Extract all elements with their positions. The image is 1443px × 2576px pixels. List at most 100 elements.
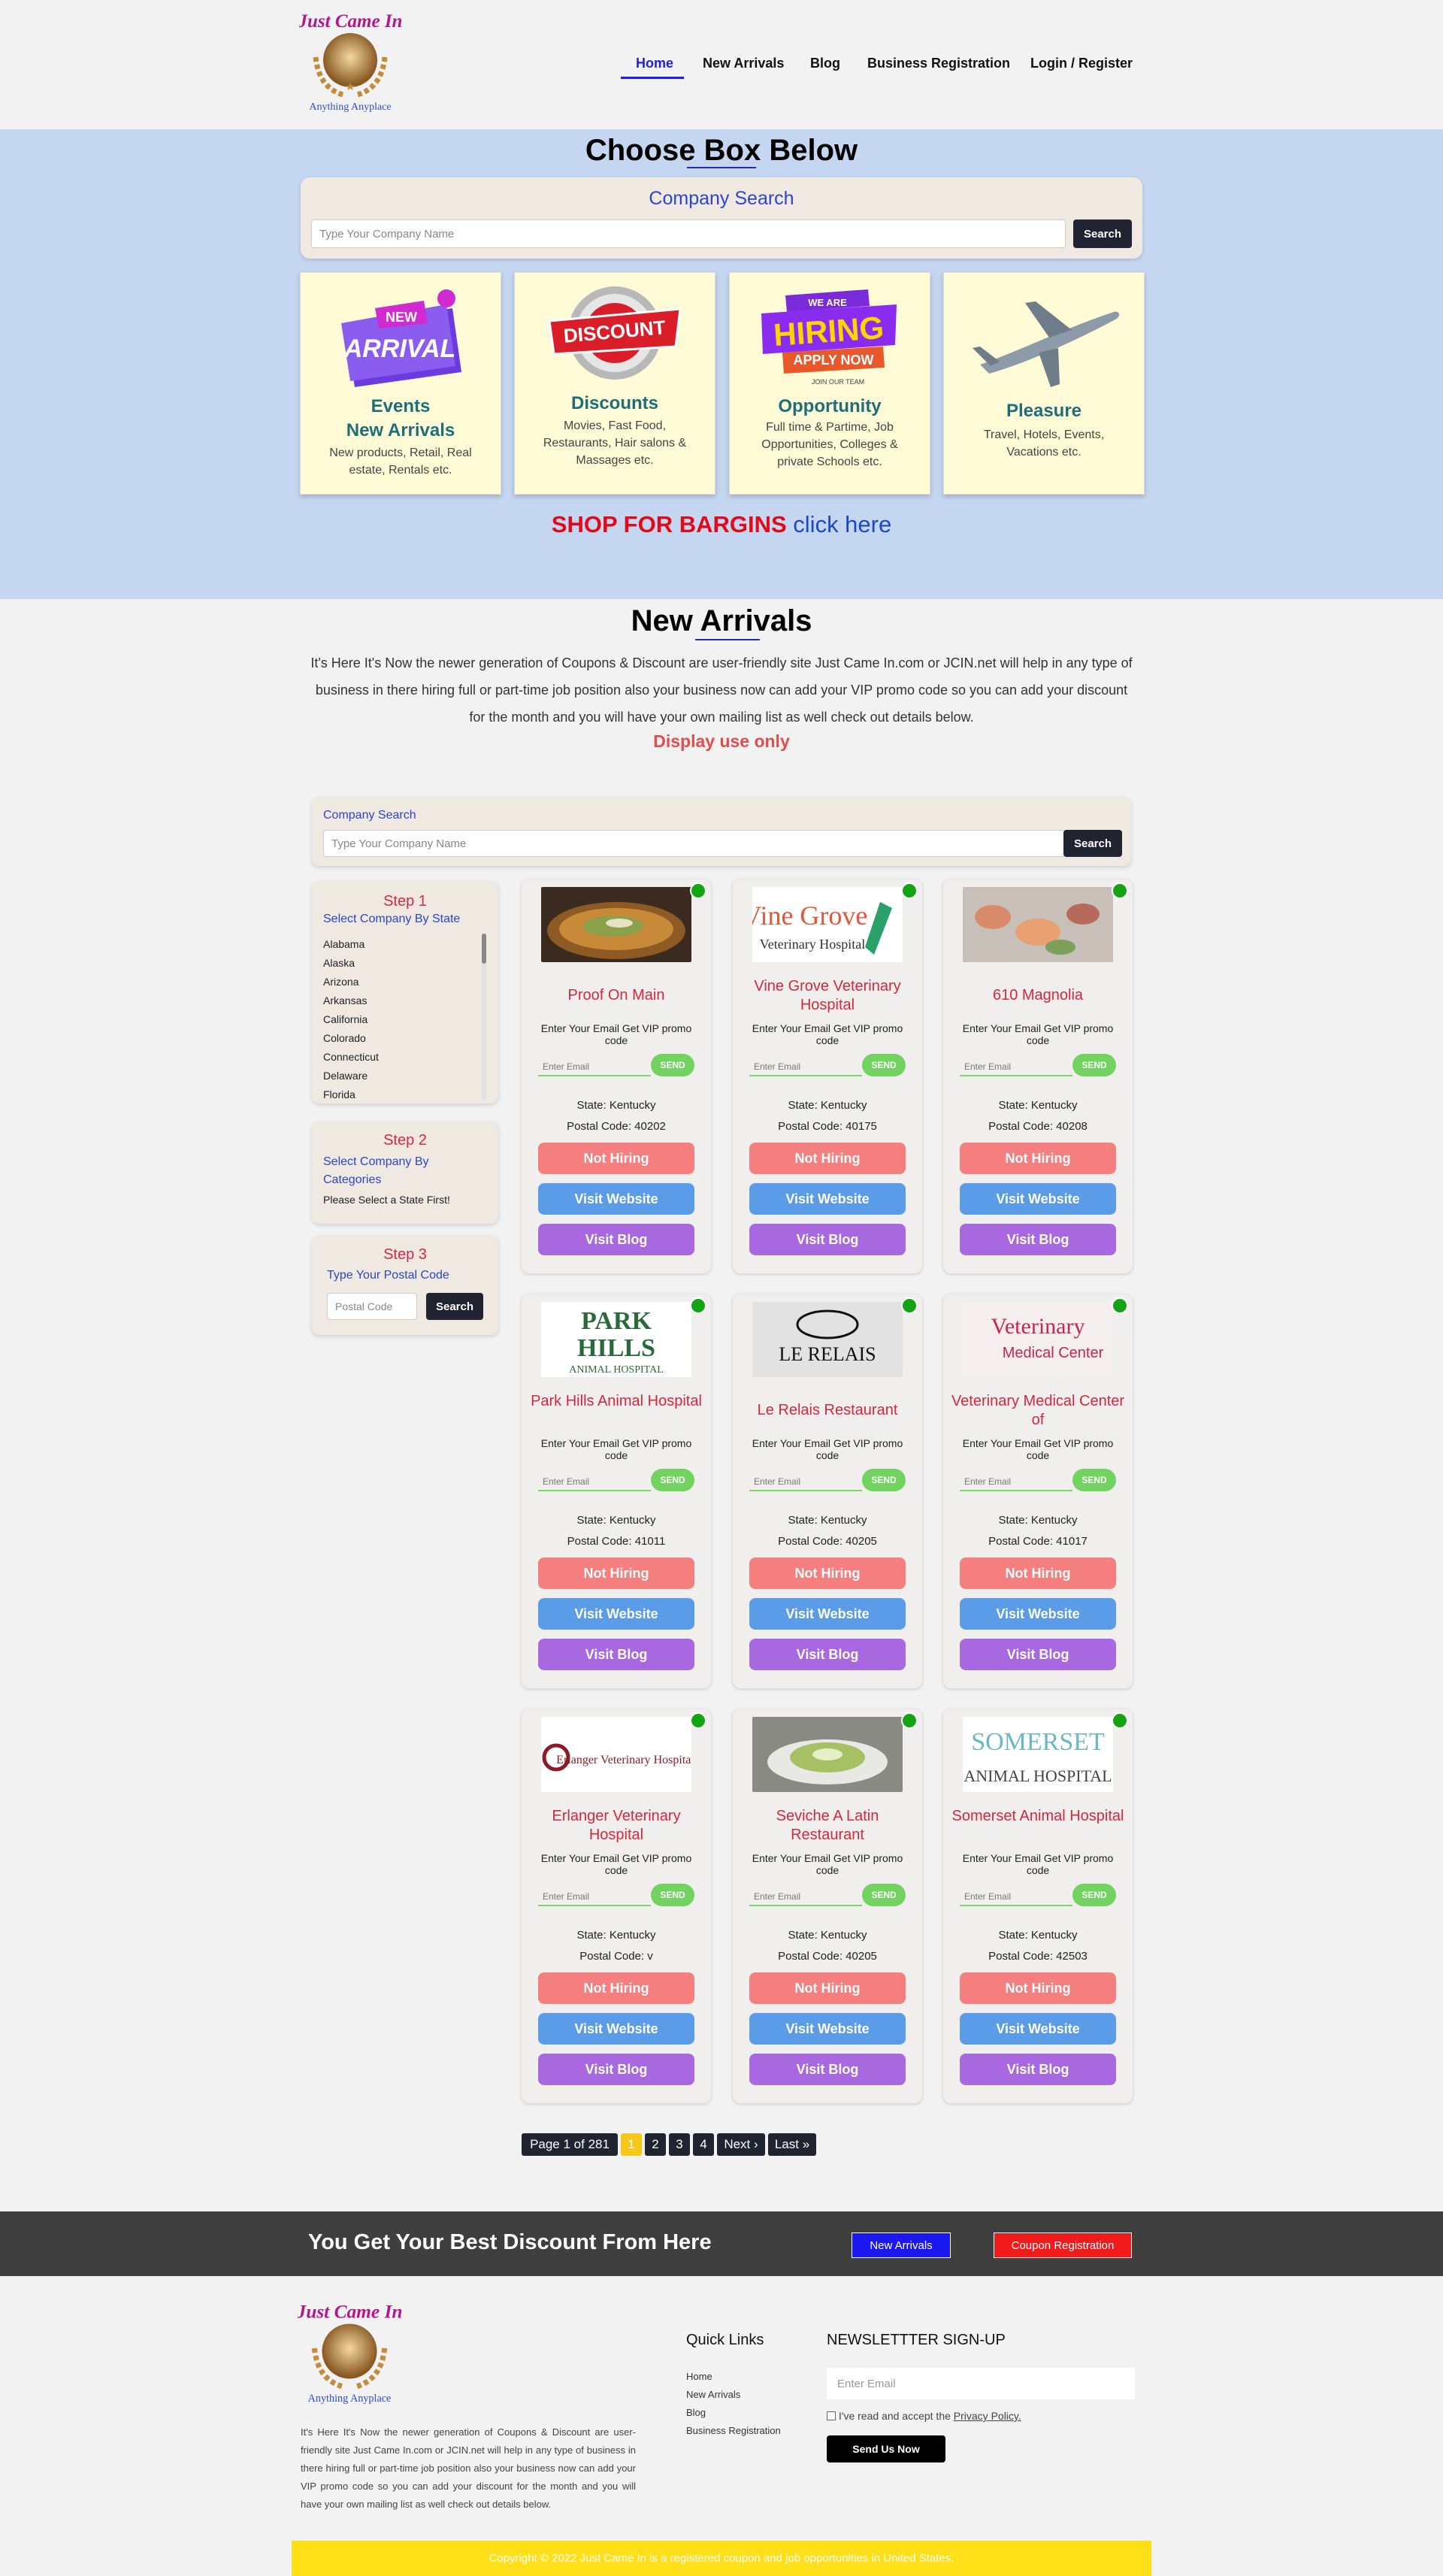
postal-code-input[interactable]: Postal Code (327, 1293, 417, 1320)
email-input[interactable]: Enter Email (538, 1061, 651, 1076)
pagination-page-2[interactable]: 2 (645, 2133, 666, 2156)
company-name[interactable]: Proof On Main (529, 986, 703, 1005)
state-option[interactable]: Colorado (323, 1032, 366, 1044)
banner-coupon-registration-button[interactable]: Coupon Registration (994, 2232, 1132, 2258)
state-option[interactable]: Connecticut (323, 1051, 379, 1063)
state-option[interactable]: Alaska (323, 957, 355, 969)
company-image[interactable] (752, 1717, 903, 1792)
visit-blog-button[interactable]: Visit Blog (960, 2054, 1116, 2085)
site-logo[interactable]: Just Came In Anything Anyplace (299, 5, 401, 114)
visit-blog-button[interactable]: Visit Blog (538, 1639, 694, 1670)
company-search-button[interactable]: Search (1063, 830, 1122, 857)
company-name[interactable]: Vine Grove Veterinary Hospital (740, 977, 915, 1015)
visit-website-button[interactable]: Visit Website (538, 2013, 694, 2045)
email-input[interactable]: Enter Email (960, 1891, 1072, 1906)
nav-login-register[interactable]: Login / Register (1030, 56, 1133, 71)
visit-website-button[interactable]: Visit Website (749, 1598, 906, 1630)
send-button[interactable]: SEND (1072, 1884, 1116, 1906)
footer-link-business-registration[interactable]: Business Registration (686, 2425, 781, 2436)
company-image[interactable]: Vine Grove Veterinary Hospital (752, 887, 903, 962)
not-hiring-button[interactable]: Not Hiring (538, 1972, 694, 2004)
not-hiring-button[interactable]: Not Hiring (960, 1143, 1116, 1174)
company-image[interactable] (963, 887, 1113, 962)
send-button[interactable]: SEND (651, 1054, 694, 1076)
state-list-scrollbar[interactable] (482, 934, 486, 1099)
visit-website-button[interactable]: Visit Website (960, 2013, 1116, 2045)
visit-website-button[interactable]: Visit Website (960, 1183, 1116, 1215)
send-button[interactable]: SEND (651, 1884, 694, 1906)
not-hiring-button[interactable]: Not Hiring (749, 1143, 906, 1174)
pagination-last[interactable]: Last » (768, 2133, 816, 2156)
nav-blog[interactable]: Blog (810, 56, 840, 71)
visit-website-button[interactable]: Visit Website (538, 1598, 694, 1630)
state-option[interactable]: Arizona (323, 976, 358, 988)
pagination-page-4[interactable]: 4 (693, 2133, 714, 2156)
email-input[interactable]: Enter Email (960, 1476, 1072, 1491)
postal-search-button[interactable]: Search (426, 1293, 483, 1320)
shop-bargains-link[interactable]: click here (793, 511, 891, 537)
company-name[interactable]: Erlanger Veterinary Hospital (529, 1807, 703, 1845)
footer-link-new-arrivals[interactable]: New Arrivals (686, 2389, 740, 2400)
not-hiring-button[interactable]: Not Hiring (749, 1972, 906, 2004)
category-box-pleasure[interactable]: Pleasure Travel, Hotels, Events, Vacatio… (943, 272, 1145, 495)
visit-blog-button[interactable]: Visit Blog (538, 2054, 694, 2085)
company-image[interactable]: LE RELAIS (752, 1302, 903, 1377)
nav-home[interactable]: Home (636, 56, 673, 71)
banner-new-arrivals-button[interactable]: New Arrivals (852, 2232, 951, 2258)
category-box-discounts[interactable]: DISCOUNT Discounts Movies, Fast Food, Re… (514, 272, 715, 495)
visit-blog-button[interactable]: Visit Blog (749, 1224, 906, 1255)
newsletter-email-input[interactable]: Enter Email (827, 2368, 1135, 2399)
not-hiring-button[interactable]: Not Hiring (538, 1557, 694, 1589)
privacy-policy-link[interactable]: Privacy Policy. (954, 2410, 1021, 2422)
company-image[interactable]: Erlanger Veterinary Hospital (541, 1717, 691, 1792)
visit-blog-button[interactable]: Visit Blog (960, 1224, 1116, 1255)
footer-link-blog[interactable]: Blog (686, 2407, 706, 2418)
send-button[interactable]: SEND (651, 1469, 694, 1491)
visit-website-button[interactable]: Visit Website (749, 2013, 906, 2045)
visit-website-button[interactable]: Visit Website (538, 1183, 694, 1215)
pagination-page-1[interactable]: 1 (621, 2133, 642, 2156)
visit-website-button[interactable]: Visit Website (960, 1598, 1116, 1630)
send-button[interactable]: SEND (862, 1054, 906, 1076)
hero-search-button[interactable]: Search (1073, 219, 1132, 248)
company-name[interactable]: Somerset Animal Hospital (951, 1807, 1125, 1826)
email-input[interactable]: Enter Email (960, 1061, 1072, 1076)
visit-blog-button[interactable]: Visit Blog (749, 1639, 906, 1670)
category-box-events[interactable]: NEW ARRIVAL Events New Arrivals New prod… (300, 272, 501, 495)
visit-blog-button[interactable]: Visit Blog (538, 1224, 694, 1255)
not-hiring-button[interactable]: Not Hiring (960, 1972, 1116, 2004)
send-button[interactable]: SEND (1072, 1054, 1116, 1076)
send-button[interactable]: SEND (862, 1884, 906, 1906)
send-button[interactable]: SEND (1072, 1469, 1116, 1491)
email-input[interactable]: Enter Email (538, 1476, 651, 1491)
email-input[interactable]: Enter Email (749, 1061, 862, 1076)
not-hiring-button[interactable]: Not Hiring (749, 1557, 906, 1589)
company-image[interactable] (541, 887, 691, 962)
not-hiring-button[interactable]: Not Hiring (960, 1557, 1116, 1589)
state-option[interactable]: Delaware (323, 1070, 368, 1082)
footer-logo[interactable]: Just Came In Anything Anyplace (298, 2294, 401, 2407)
company-image[interactable]: PARK HILLS ANIMAL HOSPITAL (541, 1302, 691, 1377)
send-button[interactable]: SEND (862, 1469, 906, 1491)
visit-blog-button[interactable]: Visit Blog (749, 2054, 906, 2085)
newsletter-send-button[interactable]: Send Us Now (827, 2435, 945, 2462)
company-search-input[interactable]: Type Your Company Name (323, 830, 1066, 857)
email-input[interactable]: Enter Email (749, 1476, 862, 1491)
privacy-checkbox[interactable] (827, 2411, 836, 2420)
company-name[interactable]: Park Hills Animal Hospital (529, 1392, 703, 1411)
company-image[interactable]: SOMERSET ANIMAL HOSPITAL (963, 1717, 1113, 1792)
state-list-scroll-thumb[interactable] (482, 934, 486, 964)
footer-link-home[interactable]: Home (686, 2371, 712, 2382)
state-option[interactable]: Alabama (323, 938, 365, 950)
pagination-page-3[interactable]: 3 (669, 2133, 690, 2156)
category-box-opportunity[interactable]: WE ARE HIRING APPLY NOW JOIN OUR TEAM Op… (729, 272, 930, 495)
company-name[interactable]: Veterinary Medical Center of (951, 1392, 1125, 1430)
company-image[interactable]: Veterinary Medical Center (963, 1302, 1113, 1377)
email-input[interactable]: Enter Email (538, 1891, 651, 1906)
state-option[interactable]: California (323, 1013, 368, 1025)
company-name[interactable]: Seviche A Latin Restaurant (740, 1807, 915, 1845)
company-name[interactable]: 610 Magnolia (951, 986, 1125, 1005)
pagination-next[interactable]: Next › (717, 2133, 765, 2156)
email-input[interactable]: Enter Email (749, 1891, 862, 1906)
hero-search-input[interactable]: Type Your Company Name (311, 219, 1066, 248)
